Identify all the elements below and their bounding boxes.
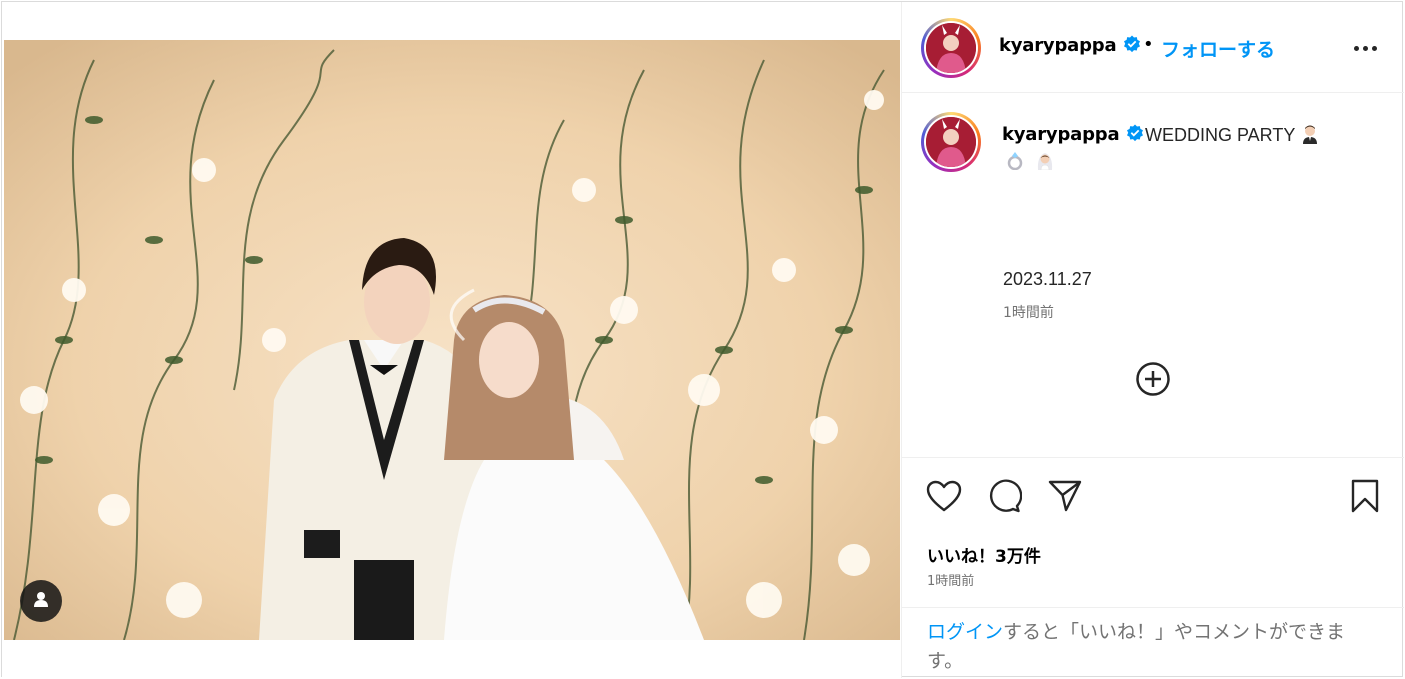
share-icon	[1047, 479, 1083, 517]
separator-dot: •	[1143, 34, 1154, 55]
post-header: kyarypappa • フォローする	[902, 2, 1404, 93]
caption-text: WEDDING PARTY	[1145, 124, 1320, 146]
user-tag-icon	[32, 590, 50, 612]
login-prompt: ログインすると「いいね！」やコメントができます。	[902, 607, 1404, 678]
like-button[interactable]	[924, 478, 964, 518]
username-text: kyarypappa	[999, 35, 1117, 56]
comment-button[interactable]	[984, 478, 1024, 518]
groom-emoji	[1300, 124, 1320, 144]
avatar-image	[926, 117, 976, 167]
more-horizontal-icon	[1353, 45, 1359, 51]
post-time[interactable]: 1時間前	[927, 570, 974, 589]
bookmark-icon	[1350, 479, 1380, 517]
load-more-comments-button[interactable]	[1135, 361, 1171, 397]
bride-emoji	[1035, 150, 1055, 171]
more-horizontal-icon	[1371, 45, 1377, 51]
caption-section: kyarypappa WEDDING PARTY 2023.11.27 1時間前	[902, 93, 1404, 456]
action-bar: いいね！3万件 1時間前	[902, 457, 1404, 607]
verified-badge-icon	[1126, 124, 1144, 142]
ring-emoji	[1005, 150, 1025, 171]
login-link[interactable]: ログイン	[927, 621, 1003, 643]
post-media	[2, 2, 901, 678]
wedding-photo	[4, 40, 900, 640]
user-tag-button[interactable]	[20, 580, 62, 622]
avatar-image	[926, 23, 976, 73]
header-username[interactable]: kyarypappa	[999, 35, 1141, 56]
caption-title: WEDDING PARTY	[1145, 125, 1296, 145]
post-side-panel: kyarypappa • フォローする kyarypappa WEDDING P…	[901, 2, 1404, 678]
post-photo[interactable]	[4, 40, 900, 640]
share-button[interactable]	[1045, 478, 1085, 518]
instagram-post-embed: kyarypappa • フォローする kyarypappa WEDDING P…	[1, 1, 1404, 678]
username-text: kyarypappa	[1002, 124, 1120, 145]
caption-avatar[interactable]	[921, 112, 981, 172]
caption-time: 1時間前	[1003, 305, 1054, 321]
caption-emojis	[1005, 150, 1055, 171]
avatar[interactable]	[921, 18, 981, 78]
caption-date: 2023.11.27	[1003, 269, 1092, 289]
plus-circle-icon	[1135, 362, 1171, 401]
likes-count[interactable]: いいね！3万件	[927, 542, 1041, 567]
more-options-button[interactable]	[1350, 38, 1380, 58]
heart-icon	[926, 480, 962, 516]
comment-icon	[986, 478, 1023, 518]
save-button[interactable]	[1345, 478, 1385, 518]
more-horizontal-icon	[1362, 45, 1368, 51]
follow-button[interactable]: フォローする	[1161, 35, 1275, 62]
caption-username[interactable]: kyarypappa	[1002, 124, 1144, 145]
verified-badge-icon	[1123, 35, 1141, 53]
